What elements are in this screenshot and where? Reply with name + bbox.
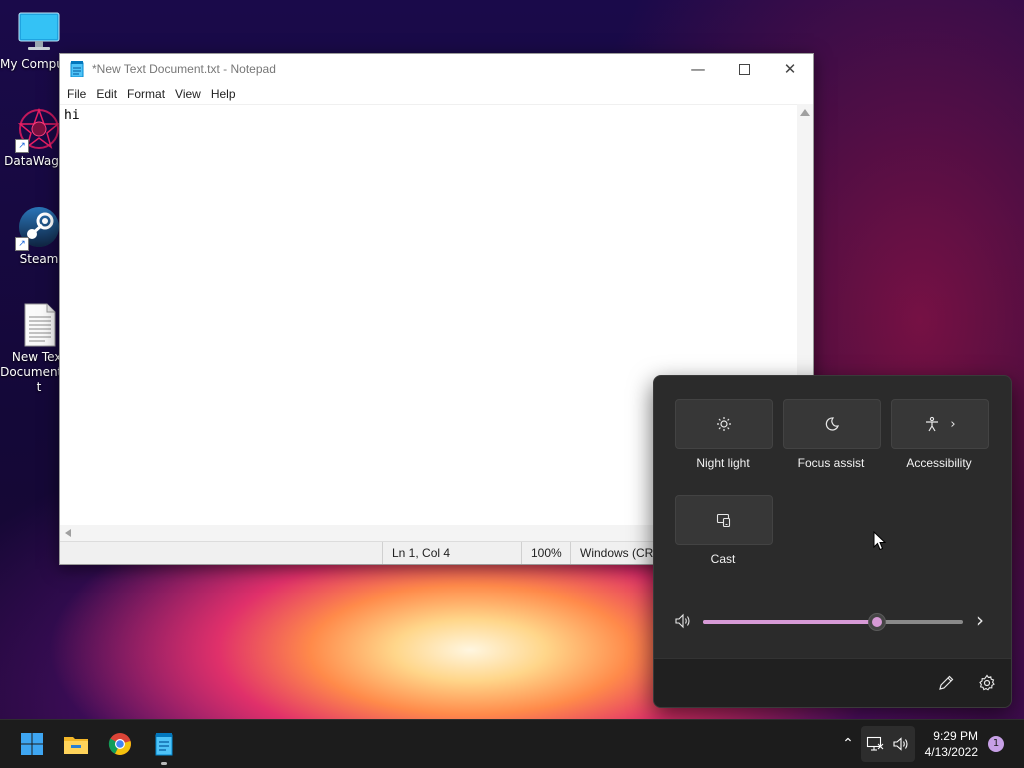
volume-icon[interactable] [674, 612, 692, 634]
notepad-taskbar-button[interactable] [148, 728, 180, 765]
night-light-label: Night light [696, 456, 750, 470]
maximize-button[interactable] [721, 54, 767, 84]
accessibility-icon [926, 416, 939, 432]
quick-settings-panel: Night light Focus assist › Accessibility… [653, 375, 1012, 708]
focus-assist-tile[interactable] [783, 399, 881, 449]
menu-format[interactable]: Format [122, 87, 170, 101]
status-zoom: 100% [521, 542, 571, 564]
chrome-button[interactable] [104, 728, 136, 760]
maximize-icon [738, 63, 750, 75]
minimize-button[interactable]: — [675, 54, 721, 84]
quick-settings-tray-button[interactable] [861, 726, 915, 762]
volume-slider-fill [703, 620, 878, 624]
accessibility-label: Accessibility [906, 456, 972, 470]
accessibility-tile[interactable]: › [891, 399, 989, 449]
clock-time: 9:29 PM [933, 729, 978, 743]
chevron-right-icon: › [950, 416, 956, 432]
chevron-up-icon: ⌃ [842, 736, 854, 752]
menu-edit[interactable]: Edit [91, 87, 122, 101]
minimize-icon: — [690, 60, 706, 78]
close-icon: ✕ [783, 60, 797, 78]
shortcut-arrow-icon: ↗ [15, 139, 29, 153]
running-indicator [161, 762, 167, 765]
scroll-left-icon[interactable] [65, 529, 71, 537]
cast-label: Cast [710, 552, 736, 566]
network-icon [866, 736, 884, 751]
windows-logo-icon [21, 733, 43, 755]
mouse-cursor-icon [873, 530, 887, 555]
steam-icon: ↗ [15, 205, 61, 251]
notepad-icon [70, 61, 84, 78]
cast-icon [716, 513, 731, 528]
night-light-tile[interactable] [675, 399, 773, 449]
start-button[interactable] [16, 728, 48, 760]
shortcut-arrow-icon: ↗ [15, 237, 29, 251]
edit-quick-settings-button[interactable] [937, 674, 955, 696]
folder-icon [64, 737, 88, 754]
close-button[interactable]: ✕ [767, 54, 813, 84]
text-file-icon [17, 303, 61, 347]
pencil-icon [939, 675, 954, 690]
speaker-icon [893, 737, 908, 751]
notepad-icon [155, 733, 173, 756]
gear-icon [979, 674, 995, 691]
window-title: *New Text Document.txt - Notepad [92, 62, 276, 76]
focus-assist-label: Focus assist [797, 456, 865, 470]
datawagon-icon: ↗ [15, 107, 61, 153]
cast-tile[interactable] [675, 495, 773, 545]
clock-date: 4/13/2022 [924, 745, 978, 759]
settings-button[interactable] [978, 674, 996, 696]
title-bar[interactable]: *New Text Document.txt - Notepad — ✕ [60, 54, 813, 84]
volume-mixer-chevron-icon[interactable]: › [976, 608, 984, 632]
scroll-up-icon[interactable] [800, 109, 810, 116]
monitor-icon [17, 10, 61, 54]
menu-file[interactable]: File [62, 87, 91, 101]
volume-slider[interactable] [703, 613, 963, 631]
menu-view[interactable]: View [170, 87, 206, 101]
clock[interactable]: 9:29 PM 4/13/2022 [925, 728, 978, 760]
taskbar: ⌃ 9:29 PM 4/13/2022 1 [0, 719, 1024, 768]
status-cursor-position: Ln 1, Col 4 [382, 542, 520, 564]
notification-badge[interactable]: 1 [988, 736, 1004, 752]
moon-icon [825, 417, 839, 431]
brightness-icon [717, 417, 731, 431]
quick-settings-footer [654, 658, 1011, 707]
file-explorer-button[interactable] [60, 728, 92, 760]
volume-slider-thumb[interactable] [868, 613, 887, 631]
show-hidden-icons-button[interactable]: ⌃ [836, 720, 860, 768]
menu-bar: File Edit Format View Help [60, 84, 813, 105]
chrome-icon [108, 733, 131, 755]
menu-help[interactable]: Help [206, 87, 241, 101]
